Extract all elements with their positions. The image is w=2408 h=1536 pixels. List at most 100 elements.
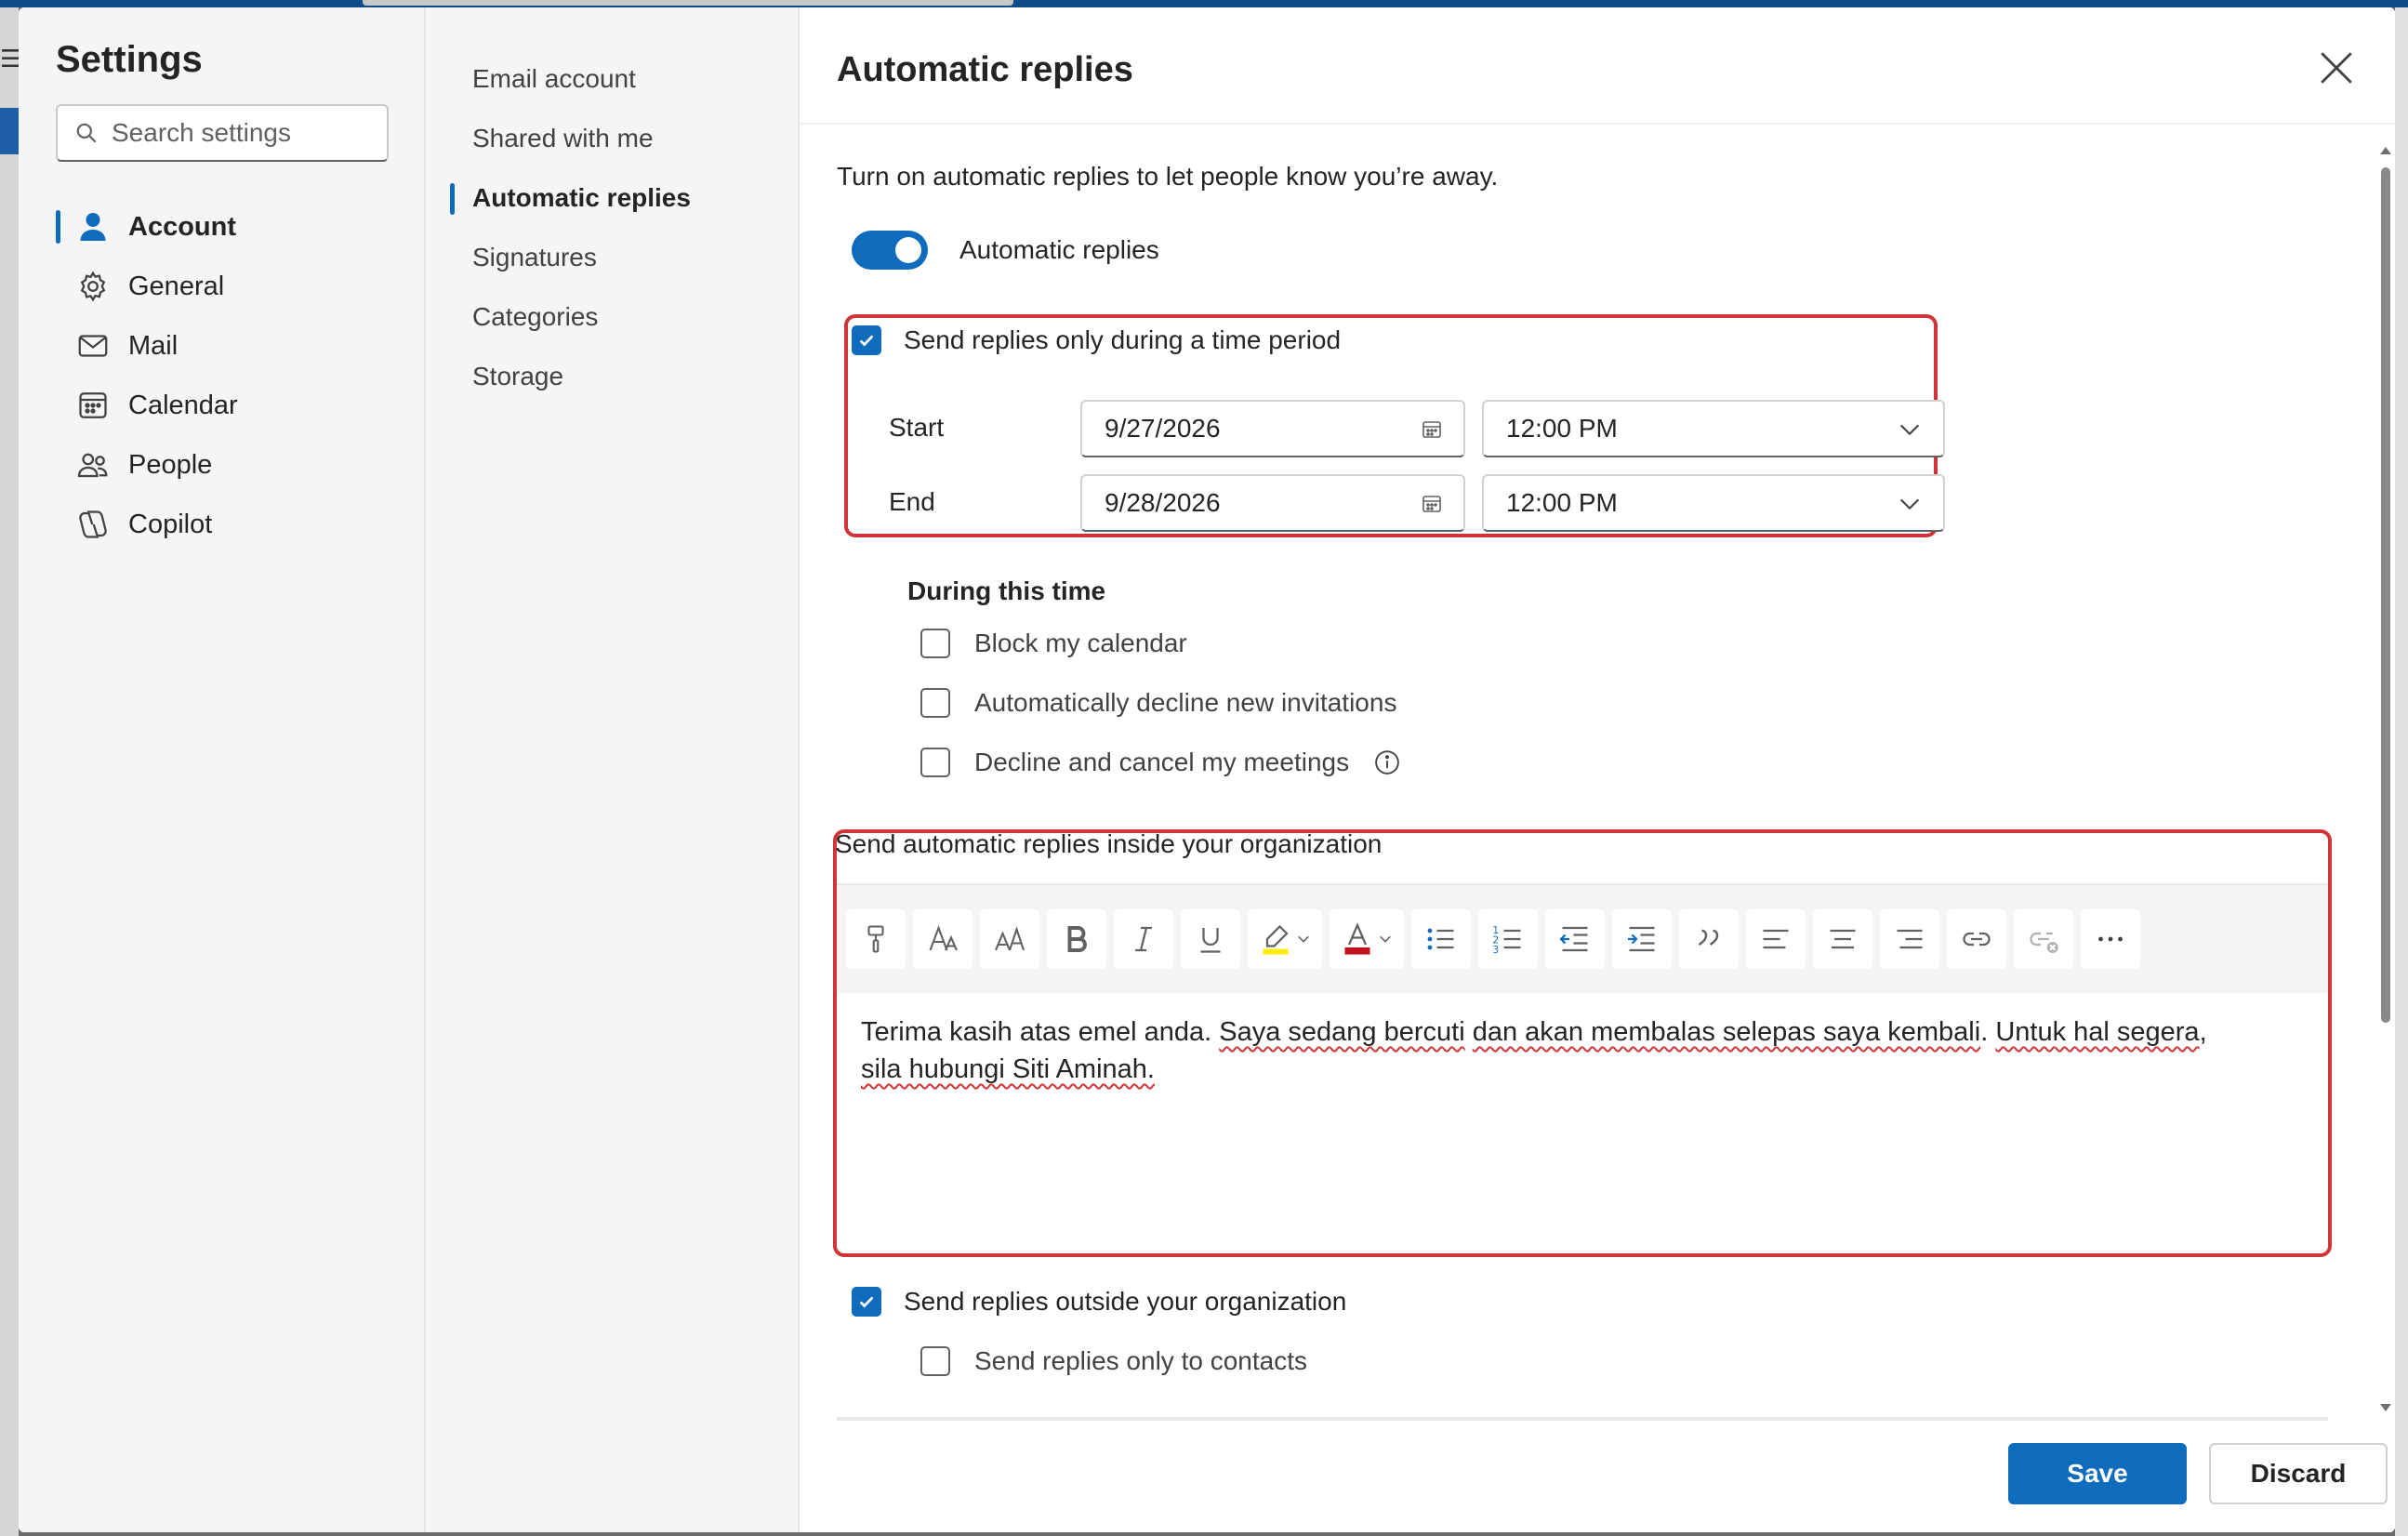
start-time-value: 12:00 PM (1506, 414, 1618, 443)
app-top-bar (0, 0, 2408, 7)
quote-icon (1698, 929, 1719, 946)
sidebar-item-general[interactable]: General (37, 257, 409, 316)
decline-invitations-label: Automatically decline new invitations (974, 688, 1397, 717)
align-left-icon (1763, 929, 1789, 949)
scrollbar[interactable] (2380, 147, 2391, 1411)
close-icon[interactable] (2317, 48, 2356, 87)
outside-org-label: Send replies outside your organization (904, 1287, 1347, 1316)
contacts-only-label: Send replies only to contacts (974, 1346, 1307, 1375)
search-input[interactable] (112, 118, 372, 148)
font-size-button[interactable] (980, 909, 1039, 969)
cancel-meetings-row: Decline and cancel my meetings (920, 748, 1401, 777)
scrollbar-thumb[interactable] (2381, 167, 2390, 1023)
end-label: End (889, 487, 935, 516)
dialog-footer: Save Discard (800, 1421, 2395, 1532)
cancel-meetings-checkbox[interactable] (920, 748, 950, 777)
link-icon (1963, 932, 1991, 947)
font-color-button[interactable] (1330, 909, 1404, 969)
subnav-item-email-account[interactable]: Email account (426, 49, 798, 109)
align-center-button[interactable] (1813, 909, 1872, 969)
bold-icon (1067, 926, 1087, 952)
bold-button[interactable] (1047, 909, 1106, 969)
message-text: , (2199, 1017, 2207, 1047)
calendar-icon (79, 392, 107, 418)
align-left-button[interactable] (1746, 909, 1806, 969)
format-painter-button[interactable] (846, 909, 906, 969)
decline-invitations-checkbox[interactable] (920, 688, 950, 718)
sidebar-item-account[interactable]: Account (37, 197, 409, 257)
end-time-dropdown[interactable]: 12:00 PM (1482, 474, 1945, 532)
inside-org-label: Send automatic replies inside your organ… (835, 829, 1383, 858)
insert-link-button[interactable] (1947, 909, 2006, 969)
increase-indent-icon (1628, 926, 1655, 952)
outside-org-checkbox[interactable] (852, 1287, 881, 1317)
align-right-button[interactable] (1880, 909, 1939, 969)
decrease-indent-button[interactable] (1545, 909, 1605, 969)
highlight-button[interactable] (1248, 909, 1322, 969)
cancel-meetings-label: Decline and cancel my meetings (974, 748, 1350, 776)
search-icon (76, 123, 97, 143)
sidebar-item-mail[interactable]: Mail (37, 316, 409, 376)
spellcheck-underlined-text: Untuk hal segera (1995, 1017, 2200, 1047)
hamburger-icon[interactable]: ☰ (0, 45, 21, 73)
background-app-accent (0, 108, 19, 154)
calendar-icon (1422, 496, 1441, 512)
sidebar-item-calendar[interactable]: Calendar (37, 376, 409, 435)
contacts-only-checkbox[interactable] (920, 1346, 950, 1376)
subnav-item-signatures[interactable]: Signatures (426, 228, 798, 287)
numbering-button[interactable]: 123 (1478, 909, 1538, 969)
chevron-down-icon (1899, 498, 1920, 510)
settings-content-scroll[interactable]: Turn on automatic replies to let people … (800, 125, 2395, 1421)
end-date-input[interactable]: 9/28/2026 (1080, 474, 1465, 532)
sidebar-item-label: General (128, 271, 225, 301)
contacts-only-row: Send replies only to contacts (920, 1346, 1307, 1376)
align-center-icon (1830, 929, 1856, 949)
font-button[interactable] (913, 909, 972, 969)
remove-link-button[interactable] (2014, 909, 2073, 969)
info-icon[interactable] (1373, 748, 1401, 776)
spellcheck-underlined-text: dan akan membalas selepas saya kembali (1472, 1017, 1981, 1047)
message-text (1465, 1017, 1473, 1047)
sidebar-item-copilot[interactable]: Copilot (37, 495, 409, 554)
increase-indent-button[interactable] (1612, 909, 1672, 969)
chevron-down-icon (1380, 935, 1391, 943)
automatic-replies-toggle-row: Automatic replies (852, 231, 1159, 270)
block-calendar-checkbox[interactable] (920, 629, 950, 658)
subnav-item-automatic-replies[interactable]: Automatic replies (426, 168, 798, 228)
start-label: Start (889, 413, 945, 442)
quote-button[interactable] (1679, 909, 1739, 969)
sidebar-item-people[interactable]: People (37, 435, 409, 495)
underline-icon (1200, 928, 1221, 953)
more-options-button[interactable] (2081, 909, 2140, 969)
message-body[interactable]: Terima kasih atas emel anda. Saya sedang… (861, 1013, 2311, 1088)
automatic-replies-toggle[interactable] (852, 231, 928, 270)
unlink-icon (2030, 932, 2058, 953)
scroll-down-arrow[interactable] (2380, 1404, 2391, 1411)
save-button[interactable]: Save (2008, 1443, 2187, 1504)
person-icon (80, 213, 106, 241)
decline-invitations-row: Automatically decline new invitations (920, 688, 1396, 718)
bullets-button[interactable] (1411, 909, 1471, 969)
more-icon (2098, 936, 2123, 942)
start-date-input[interactable]: 9/27/2026 (1080, 400, 1465, 457)
subnav-item-storage[interactable]: Storage (426, 347, 798, 406)
align-right-icon (1897, 929, 1923, 949)
start-time-dropdown[interactable]: 12:00 PM (1482, 400, 1945, 457)
font-color-icon (1344, 922, 1370, 955)
search-settings-box[interactable] (56, 104, 389, 162)
formatting-toolbar: 123 (837, 885, 2328, 993)
settings-title: Settings (56, 39, 203, 80)
discard-button[interactable]: Discard (2209, 1443, 2388, 1504)
time-period-checkbox[interactable] (852, 325, 881, 355)
scroll-up-arrow[interactable] (2380, 147, 2391, 154)
sidebar-item-label: Mail (128, 330, 179, 361)
subnav-item-categories[interactable]: Categories (426, 287, 798, 347)
gear-icon (80, 271, 106, 302)
subnav-item-shared-with-me[interactable]: Shared with me (426, 109, 798, 168)
sidebar-item-label: People (128, 449, 213, 480)
svg-text:3: 3 (1493, 945, 1500, 956)
underline-button[interactable] (1181, 909, 1240, 969)
bulleted-list-icon (1427, 928, 1454, 950)
italic-button[interactable] (1114, 909, 1173, 969)
sidebar-item-label: Copilot (128, 509, 213, 539)
